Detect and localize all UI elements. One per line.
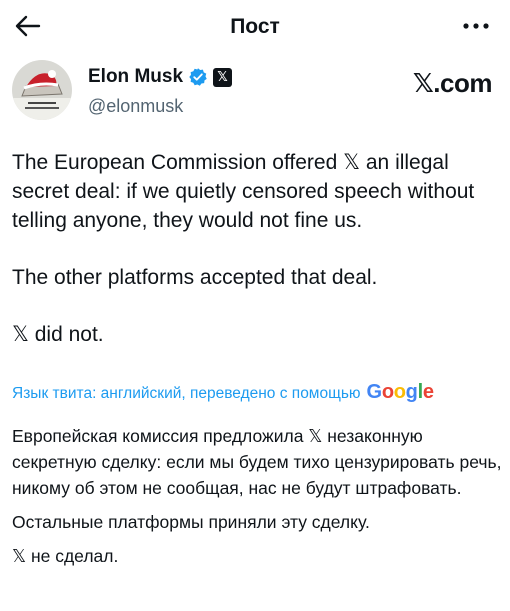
page-title: Пост (230, 15, 280, 38)
translation-attribution[interactable]: Язык твита: английский, переведено с пом… (12, 381, 434, 404)
translated-paragraph-2: Остальные платформы приняли эту сделку. (12, 512, 370, 532)
author-name-row: Elon Musk 𝕏 (88, 66, 233, 88)
translated-paragraph-1: Европейская комиссия предложила 𝕏 незако… (12, 426, 502, 498)
tweet-paragraph-3: 𝕏 did not. (12, 323, 104, 346)
avatar[interactable] (12, 60, 72, 120)
x-logo-icon: 𝕏 (213, 67, 233, 87)
top-bar: Пост (0, 0, 510, 52)
more-button[interactable] (458, 14, 494, 38)
author-name[interactable]: Elon Musk (88, 66, 183, 88)
translated-paragraph-3: 𝕏 не сделал. (12, 546, 119, 566)
avatar-image (12, 60, 72, 120)
verified-badge-icon (189, 68, 207, 86)
tweet-text: The European Commission offered 𝕏 an ill… (12, 148, 496, 377)
translated-text: Европейская комиссия предложила 𝕏 незако… (12, 423, 502, 577)
author-block: Elon Musk 𝕏 @elonmusk 𝕏.com (12, 60, 498, 124)
tweet-paragraph-1: The European Commission offered 𝕏 an ill… (12, 151, 475, 232)
x-com-watermark: 𝕏.com (412, 68, 493, 98)
google-logo: Google (366, 381, 434, 403)
more-horizontal-icon (463, 23, 489, 29)
tweet-paragraph-2: The other platforms accepted that deal. (12, 266, 378, 289)
translation-label: Язык твита: английский, переведено с пом… (12, 385, 361, 402)
author-handle[interactable]: @elonmusk (88, 96, 183, 117)
